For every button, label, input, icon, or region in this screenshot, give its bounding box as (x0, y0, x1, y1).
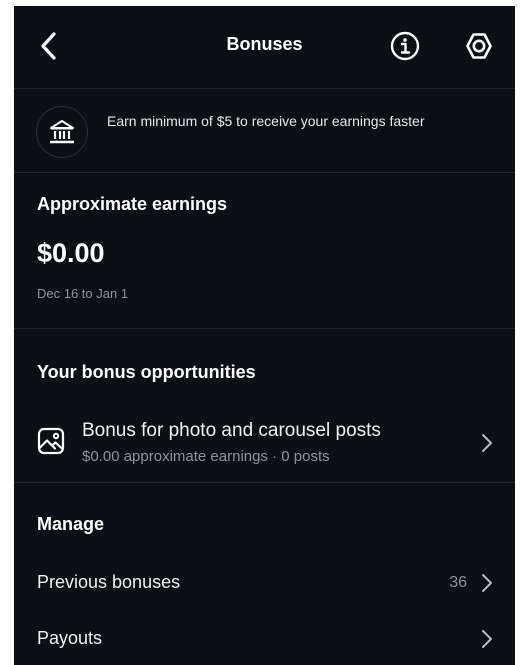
bank-icon-container (36, 106, 88, 158)
banner-text: Earn minimum of $5 to receive your earni… (107, 113, 425, 129)
bonuses-screen: Bonuses Earn minimum of $5 to receive yo… (14, 6, 515, 665)
earnings-amount: $0.00 (37, 238, 105, 268)
previous-bonuses-label: Previous bonuses (37, 572, 181, 592)
divider (14, 328, 515, 329)
payouts-item[interactable]: Payouts (14, 614, 515, 662)
earnings-date-range: Dec 16 to Jan 1 (37, 286, 129, 301)
chevron-right-icon (482, 574, 492, 592)
previous-bonuses-item[interactable]: Previous bonuses 36 (14, 558, 515, 606)
divider (14, 172, 515, 173)
header: Bonuses (14, 6, 515, 88)
chevron-right-icon (482, 434, 492, 452)
previous-bonuses-count: 36 (449, 574, 467, 591)
photo-icon (37, 427, 65, 455)
info-icon (390, 31, 420, 61)
manage-title: Manage (37, 514, 105, 534)
earnings-banner: Earn minimum of $5 to receive your earni… (14, 92, 515, 172)
divider (14, 482, 515, 483)
bank-icon (50, 120, 74, 144)
bonus-item-subtitle: $0.00 approximate earnings · 0 posts (82, 448, 330, 465)
chevron-right-icon (482, 630, 492, 648)
divider (14, 88, 515, 89)
bonus-item-title: Bonus for photo and carousel posts (82, 420, 381, 441)
page-title: Bonuses (226, 34, 303, 54)
bonus-photo-carousel-item[interactable]: Bonus for photo and carousel posts $0.00… (14, 408, 515, 478)
settings-button[interactable] (463, 30, 495, 62)
bonus-opportunities-title: Your bonus opportunities (37, 362, 256, 382)
approximate-earnings-title: Approximate earnings (37, 194, 228, 214)
payouts-label: Payouts (37, 628, 103, 648)
info-button[interactable] (389, 30, 421, 62)
settings-icon (466, 33, 492, 59)
